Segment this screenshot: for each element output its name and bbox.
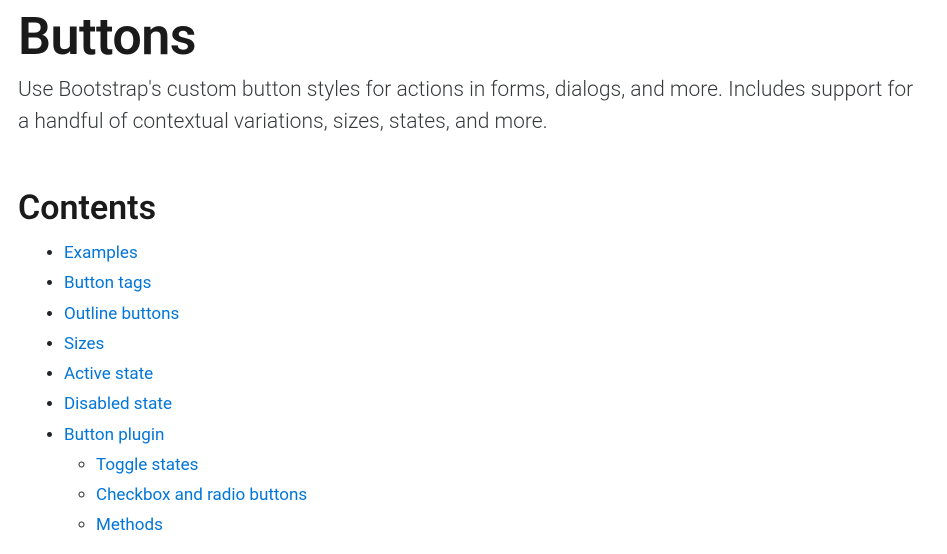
toc-subitem: Toggle states	[96, 450, 929, 480]
toc-link-checkbox-radio[interactable]: Checkbox and radio buttons	[96, 485, 307, 505]
toc-item: Button tags	[64, 268, 929, 298]
contents-heading: Contents	[18, 188, 929, 228]
toc-item: Examples	[64, 238, 929, 268]
toc-link-active-state[interactable]: Active state	[64, 364, 153, 384]
toc-item: Disabled state	[64, 389, 929, 419]
toc-item: Active state	[64, 359, 929, 389]
toc-link-examples[interactable]: Examples	[64, 243, 138, 263]
page-lead: Use Bootstrap's custom button styles for…	[18, 75, 929, 138]
toc-link-methods[interactable]: Methods	[96, 515, 163, 535]
toc-sublist: Toggle states Checkbox and radio buttons…	[64, 450, 929, 541]
toc-link-button-plugin[interactable]: Button plugin	[64, 425, 164, 445]
toc-link-button-tags[interactable]: Button tags	[64, 273, 151, 293]
toc-link-disabled-state[interactable]: Disabled state	[64, 394, 172, 414]
toc-subitem: Checkbox and radio buttons	[96, 480, 929, 510]
toc-item: Outline buttons	[64, 299, 929, 329]
toc-item: Sizes	[64, 329, 929, 359]
toc-subitem: Methods	[96, 510, 929, 540]
toc-link-toggle-states[interactable]: Toggle states	[96, 455, 198, 475]
table-of-contents: Examples Button tags Outline buttons Siz…	[18, 238, 929, 541]
toc-link-outline-buttons[interactable]: Outline buttons	[64, 304, 179, 324]
toc-item: Button plugin Toggle states Checkbox and…	[64, 420, 929, 541]
toc-link-sizes[interactable]: Sizes	[64, 334, 104, 354]
page-title: Buttons	[18, 8, 929, 65]
